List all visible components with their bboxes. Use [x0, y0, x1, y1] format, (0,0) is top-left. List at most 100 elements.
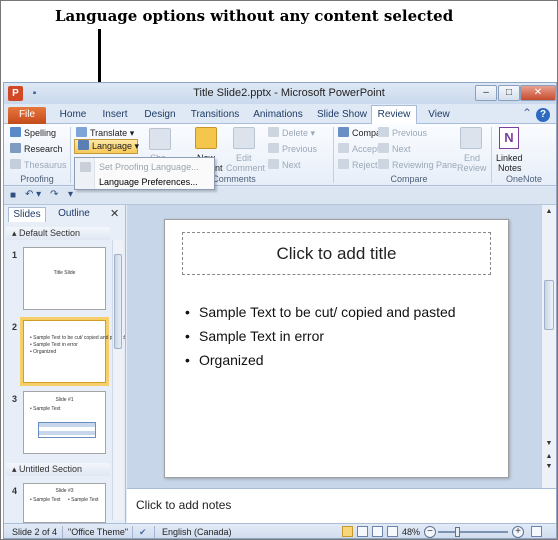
zoom-slider-knob[interactable]: [455, 527, 460, 537]
next-icon: [268, 159, 279, 169]
bullet-item: • Sample Text to be cut/ copied and paste…: [185, 304, 456, 320]
slide-thumbnail-1[interactable]: Title Slide: [23, 247, 106, 310]
scroll-down-icon[interactable]: ▼: [544, 440, 554, 447]
thumb-bullet: • Sample Text to be cut/ copied and past…: [30, 335, 125, 341]
minimize-button[interactable]: –: [475, 85, 497, 101]
language-button[interactable]: Language ▾: [74, 139, 139, 154]
previous-change-button[interactable]: Previous: [378, 127, 427, 139]
tab-outline[interactable]: Outline: [54, 207, 94, 222]
section-header[interactable]: ▴ Default Section: [6, 227, 110, 240]
language-indicator[interactable]: English (Canada): [162, 527, 232, 537]
bullet-text: Sample Text in error: [199, 328, 325, 344]
linked-notes-label-2: Notes: [498, 163, 522, 173]
set-proofing-language-item[interactable]: Set Proofing Language...: [99, 162, 199, 172]
maximize-button[interactable]: □: [498, 85, 520, 101]
tab-design[interactable]: Design: [140, 107, 180, 124]
next-slide-icon[interactable]: ▼: [544, 463, 554, 470]
undo-icon[interactable]: ↶ ▾: [25, 189, 41, 200]
scrollbar-thumb[interactable]: [544, 280, 554, 330]
zoom-slider[interactable]: [438, 531, 508, 533]
thumb-bullet: • Sample Text: [30, 406, 61, 412]
zoom-in-icon[interactable]: +: [512, 526, 524, 538]
section-name: Untitled Section: [19, 464, 83, 474]
edit-comment-label-2: Comment: [226, 163, 266, 173]
next-comment-button[interactable]: Next: [268, 159, 301, 171]
language-preferences-item[interactable]: Language Preferences...: [99, 177, 198, 187]
minimize-ribbon-icon[interactable]: ⌃: [522, 106, 532, 120]
tab-animations[interactable]: Animations: [250, 107, 306, 124]
reviewing-pane-icon: [378, 159, 389, 169]
zoom-out-icon[interactable]: −: [424, 526, 436, 538]
previous-change-icon: [378, 127, 389, 137]
research-label: Research: [24, 144, 63, 154]
language-label: Language: [92, 141, 133, 151]
redo-icon[interactable]: ↷: [50, 189, 58, 200]
slide-number: 2: [12, 322, 18, 332]
slides-pane-scrollbar[interactable]: [112, 240, 123, 520]
tab-file[interactable]: File: [8, 107, 46, 124]
thesaurus-button[interactable]: Thesaurus: [10, 159, 67, 171]
spelling-label: Spelling: [24, 128, 57, 138]
scroll-up-icon[interactable]: ▲: [544, 208, 554, 215]
content-placeholder[interactable]: • Sample Text to be cut/ copied and paste…: [185, 300, 505, 372]
section-name: Default Section: [19, 228, 81, 238]
tab-slides[interactable]: Slides: [8, 207, 46, 222]
previous-change-label: Previous: [392, 128, 428, 138]
end-review-icon: [460, 127, 482, 149]
previous-slide-icon[interactable]: ▲: [544, 453, 554, 460]
fit-slide-icon[interactable]: [531, 526, 542, 537]
tab-home[interactable]: Home: [56, 107, 90, 124]
previous-comment-button[interactable]: Previous: [268, 143, 317, 155]
tab-slide-show[interactable]: Slide Show: [314, 107, 370, 124]
spelling-check-icon[interactable]: ✔: [139, 527, 147, 538]
close-window-button[interactable]: ✕: [520, 85, 556, 101]
section-header[interactable]: ▴ Untitled Section: [6, 463, 110, 476]
slide-vertical-scrollbar[interactable]: ▲ ▼ ▲ ▼: [541, 205, 556, 488]
tab-view[interactable]: View: [422, 107, 456, 124]
reject-icon: [338, 159, 349, 169]
spelling-button[interactable]: Spelling: [10, 127, 56, 139]
ribbon-tab-row: File Home Insert Design Transitions Anim…: [4, 104, 556, 125]
language-icon: [78, 140, 89, 150]
set-proofing-icon: [80, 162, 91, 172]
current-slide[interactable]: Click to add title • Sample Text to be cu…: [164, 219, 509, 478]
save-icon[interactable]: ▪: [28, 87, 41, 100]
tab-insert[interactable]: Insert: [98, 107, 132, 124]
close-pane-icon[interactable]: ✕: [110, 207, 119, 220]
delete-comment-button[interactable]: Delete ▾: [268, 127, 315, 139]
tab-transitions[interactable]: Transitions: [188, 107, 242, 124]
slide-thumbnail-4[interactable]: Slide #3 • Sample Text • Sample Text: [23, 483, 106, 523]
tab-review[interactable]: Review: [371, 105, 417, 125]
reviewing-pane-button[interactable]: Reviewing Pane: [378, 159, 457, 171]
group-separator: [70, 127, 71, 183]
status-separator: [62, 526, 63, 538]
previous-icon: [268, 143, 279, 153]
thumb-bullet: • Sample Text in error: [30, 342, 78, 348]
save-icon[interactable]: ■: [10, 190, 16, 201]
bullet-text: Organized: [199, 352, 264, 368]
help-icon[interactable]: ?: [536, 108, 550, 122]
customize-toolbar-icon[interactable]: ▾: [68, 189, 73, 200]
title-placeholder[interactable]: Click to add title: [182, 232, 491, 275]
powerpoint-icon[interactable]: P: [8, 86, 23, 101]
next-change-button[interactable]: Next: [378, 143, 411, 155]
thumb-title: Slide #3: [55, 488, 74, 494]
slide-number: 3: [12, 394, 18, 404]
notes-pane[interactable]: Click to add notes: [127, 488, 556, 523]
reading-view-icon[interactable]: [372, 526, 383, 537]
research-button[interactable]: Research: [10, 143, 63, 155]
theme-name: "Office Theme": [68, 527, 129, 537]
translate-button[interactable]: Translate ▾: [76, 127, 134, 139]
powerpoint-window: P ▪ Title Slide2.pptx - Microsoft PowerP…: [3, 82, 557, 539]
slide-show-view-icon[interactable]: [387, 526, 398, 537]
zoom-level[interactable]: 48%: [402, 527, 420, 537]
bullet-item: • Sample Text in error: [185, 328, 325, 344]
slide-thumbnail-3[interactable]: Slide #1 • Sample Text: [23, 391, 106, 454]
bullet-text: Sample Text to be cut/ copied and pasted: [199, 304, 456, 320]
normal-view-icon[interactable]: [342, 526, 353, 537]
new-comment-label-2: nt: [215, 163, 223, 173]
thumb-title: Slide #1: [55, 397, 74, 403]
scrollbar-thumb[interactable]: [114, 254, 122, 349]
slide-thumbnail-2[interactable]: • Sample Text to be cut/ copied and past…: [23, 320, 125, 383]
slide-sorter-view-icon[interactable]: [357, 526, 368, 537]
